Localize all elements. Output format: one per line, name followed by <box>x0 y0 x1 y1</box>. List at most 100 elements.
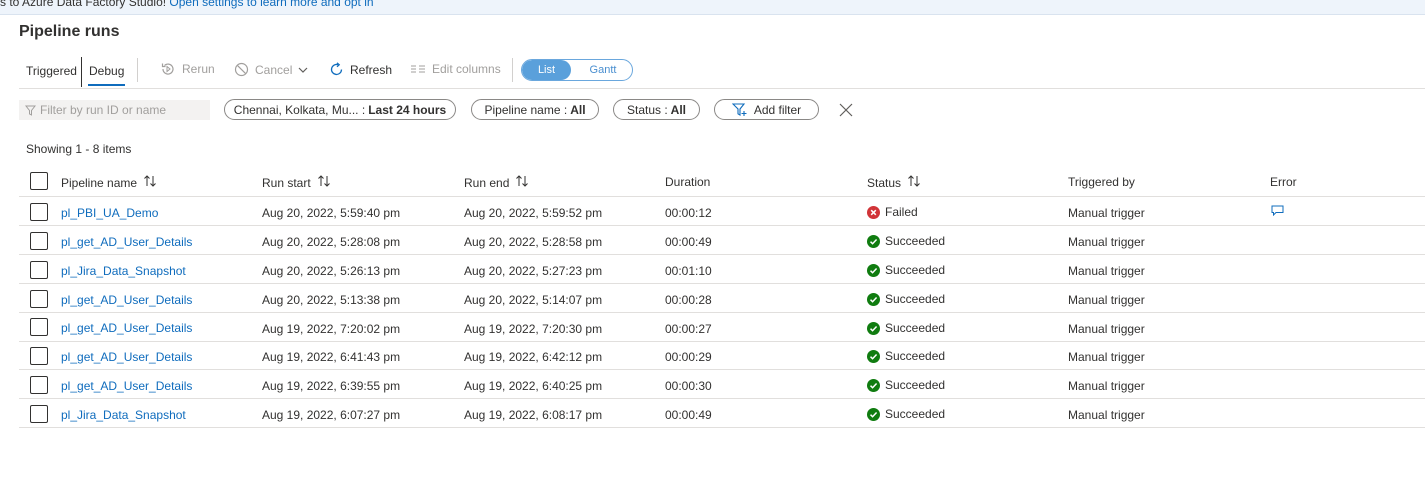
page-title: Pipeline runs <box>19 23 120 40</box>
add-filter-button[interactable]: Add filter <box>714 99 819 120</box>
pipeline-name-link[interactable]: pl_get_AD_User_Details <box>61 293 192 307</box>
search-box[interactable] <box>19 100 210 120</box>
duration-cell: 00:00:12 <box>665 206 712 220</box>
row-checkbox[interactable] <box>30 318 48 336</box>
banner-text: s to Azure Data Factory Studio! Open set… <box>0 0 374 9</box>
filter-icon <box>25 105 36 116</box>
timezone-filter-label: Chennai, Kolkata, Mu... : <box>233 102 366 117</box>
clear-filters-button[interactable] <box>838 102 854 121</box>
run-end-cell: Aug 20, 2022, 5:28:58 pm <box>464 235 603 249</box>
tab-debug[interactable]: Debug <box>89 64 124 78</box>
search-input[interactable] <box>36 103 205 117</box>
refresh-icon <box>329 62 344 77</box>
run-end-cell: Aug 20, 2022, 5:14:07 pm <box>464 293 603 307</box>
info-banner: s to Azure Data Factory Studio! Open set… <box>0 0 1425 15</box>
run-start-cell: Aug 19, 2022, 6:07:27 pm <box>262 408 401 422</box>
table-row[interactable]: pl_get_AD_User_Details Aug 19, 2022, 7:2… <box>0 313 1425 342</box>
run-end-cell: Aug 19, 2022, 7:20:30 pm <box>464 322 603 336</box>
chevron-down-icon <box>298 66 308 74</box>
pipeline-name-filter-pill[interactable]: Pipeline name : All <box>471 99 599 120</box>
run-end-cell: Aug 19, 2022, 6:42:12 pm <box>464 350 603 364</box>
row-checkbox[interactable] <box>30 405 48 423</box>
row-checkbox[interactable] <box>30 290 48 308</box>
error-details-button[interactable] <box>1271 205 1284 219</box>
pipeline-name-link[interactable]: pl_get_AD_User_Details <box>61 321 192 335</box>
status-cell: Succeeded <box>867 292 945 306</box>
table-row[interactable]: pl_PBI_UA_Demo Aug 20, 2022, 5:59:40 pm … <box>0 197 1425 226</box>
active-tab-indicator <box>88 84 125 86</box>
refresh-button[interactable]: Refresh <box>329 62 392 77</box>
banner-settings-link[interactable]: Open settings to learn more and opt in <box>169 0 373 9</box>
edit-columns-icon <box>410 63 426 75</box>
cancel-button[interactable]: Cancel <box>234 62 308 77</box>
toggle-gantt[interactable]: Gantt <box>574 60 632 80</box>
run-end-cell: Aug 20, 2022, 5:59:52 pm <box>464 206 603 220</box>
status-filter-value: All <box>670 102 687 117</box>
run-end-cell: Aug 19, 2022, 6:08:17 pm <box>464 408 603 422</box>
triggered-by-cell: Manual trigger <box>1068 322 1145 336</box>
triggered-by-cell: Manual trigger <box>1068 235 1145 249</box>
select-all-checkbox[interactable] <box>30 172 48 190</box>
pipeline-name-link[interactable]: pl_Jira_Data_Snapshot <box>61 408 186 422</box>
column-header-triggered-by[interactable]: Triggered by <box>1068 175 1135 189</box>
row-checkbox[interactable] <box>30 203 48 221</box>
timezone-filter-value: Last 24 hours <box>368 102 447 117</box>
edit-columns-button[interactable]: Edit columns <box>410 62 501 76</box>
column-header-status[interactable]: Status <box>867 175 921 190</box>
pipeline-name-link[interactable]: pl_get_AD_User_Details <box>61 235 192 249</box>
column-header-run-start[interactable]: Run start <box>262 175 331 190</box>
status-filter-pill[interactable]: Status : All <box>613 99 700 120</box>
item-count: Showing 1 - 8 items <box>26 142 132 156</box>
status-label: Succeeded <box>885 263 946 277</box>
column-header-label: Error <box>1270 175 1297 189</box>
column-header-label: Run end <box>464 175 510 190</box>
success-check-icon <box>867 349 880 363</box>
pipeline-name-link[interactable]: pl_Jira_Data_Snapshot <box>61 264 186 278</box>
duration-cell: 00:01:10 <box>665 264 712 278</box>
status-filter-label: Status : <box>626 102 668 117</box>
view-toggle[interactable]: List Gantt <box>521 59 633 81</box>
triggered-by-cell: Manual trigger <box>1068 350 1145 364</box>
timezone-filter-pill[interactable]: Chennai, Kolkata, Mu... : Last 24 hours <box>224 99 456 120</box>
sort-icon <box>143 175 157 190</box>
table-row[interactable]: pl_get_AD_User_Details Aug 20, 2022, 5:2… <box>0 226 1425 255</box>
table-row[interactable]: pl_Jira_Data_Snapshot Aug 19, 2022, 6:07… <box>0 399 1425 428</box>
run-end-cell: Aug 19, 2022, 6:40:25 pm <box>464 379 603 393</box>
pipeline-name-link[interactable]: pl_get_AD_User_Details <box>61 350 192 364</box>
rerun-icon <box>160 62 176 76</box>
row-checkbox[interactable] <box>30 232 48 250</box>
success-check-icon <box>867 292 880 306</box>
column-header-pipeline-name[interactable]: Pipeline name <box>61 175 157 190</box>
row-checkbox[interactable] <box>30 376 48 394</box>
column-header-label: Run start <box>262 175 311 190</box>
tab-divider <box>81 57 82 87</box>
table-row[interactable]: pl_get_AD_User_Details Aug 19, 2022, 6:4… <box>0 341 1425 370</box>
add-filter-label: Add filter <box>753 102 802 117</box>
duration-cell: 00:00:49 <box>665 408 712 422</box>
triggered-by-cell: Manual trigger <box>1068 206 1145 220</box>
table-row[interactable]: pl_get_AD_User_Details Aug 19, 2022, 6:3… <box>0 370 1425 399</box>
toolbar-bottom-border <box>19 88 1425 89</box>
success-check-icon <box>867 234 880 248</box>
status-label: Succeeded <box>885 321 946 335</box>
pipeline-name-link[interactable]: pl_PBI_UA_Demo <box>61 206 158 220</box>
cancel-icon <box>234 62 249 77</box>
column-header-error[interactable]: Error <box>1270 175 1297 189</box>
column-header-duration[interactable]: Duration <box>665 175 710 189</box>
column-header-label: Duration <box>665 175 711 189</box>
rerun-button[interactable]: Rerun <box>160 62 215 76</box>
column-header-run-end[interactable]: Run end <box>464 175 529 190</box>
toggle-list[interactable]: List <box>522 60 571 80</box>
success-check-icon <box>867 407 880 421</box>
add-filter-icon <box>731 102 748 117</box>
close-icon <box>838 103 854 121</box>
table-row[interactable]: pl_get_AD_User_Details Aug 20, 2022, 5:1… <box>0 284 1425 313</box>
toolbar-divider-2 <box>512 58 513 82</box>
pipeline-name-link[interactable]: pl_get_AD_User_Details <box>61 379 192 393</box>
tab-triggered[interactable]: Triggered <box>26 64 77 78</box>
toolbar-divider <box>137 58 138 82</box>
table-row[interactable]: pl_Jira_Data_Snapshot Aug 20, 2022, 5:26… <box>0 255 1425 284</box>
row-checkbox[interactable] <box>30 347 48 365</box>
triggered-by-cell: Manual trigger <box>1068 408 1145 422</box>
row-checkbox[interactable] <box>30 261 48 279</box>
